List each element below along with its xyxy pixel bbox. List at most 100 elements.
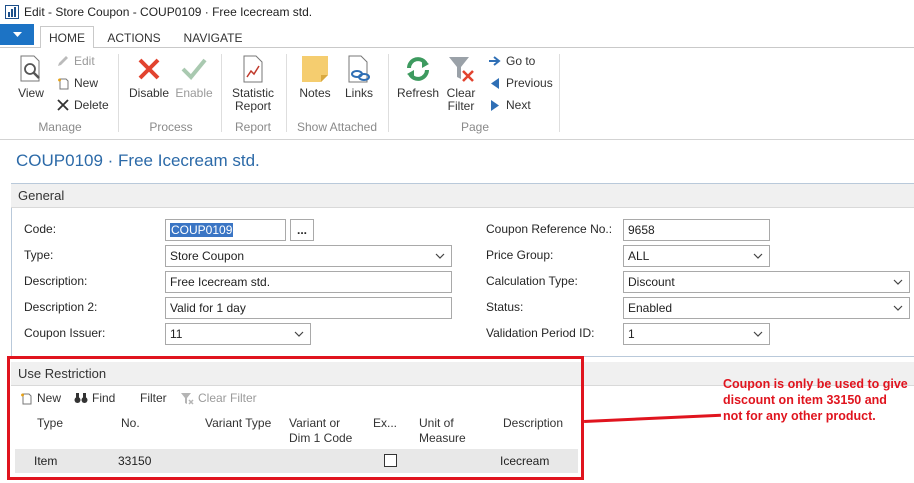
link-icon: [344, 54, 374, 84]
links-label: Links: [344, 86, 373, 100]
group-report: Report: [234, 120, 272, 134]
app-icon: [5, 5, 19, 19]
clear-filter-button[interactable]: Clear Filter: [442, 54, 480, 113]
window-title: Edit - Store Coupon - COUP0109 · Free Ic…: [24, 5, 313, 19]
page-title: COUP0109 · Free Icecream std.: [16, 151, 260, 170]
chevron-down-icon: [893, 279, 903, 285]
refresh-label: Refresh: [396, 86, 440, 100]
description2-value: Valid for 1 day: [170, 301, 246, 315]
type-label: Type:: [24, 248, 54, 262]
code-label: Code:: [24, 222, 57, 236]
tab-actions[interactable]: ACTIONS: [100, 26, 168, 49]
title-bar: Edit - Store Coupon - COUP0109 · Free Ic…: [0, 0, 914, 24]
separator: [388, 54, 389, 132]
calc-type-label: Calculation Type:: [486, 274, 578, 288]
ref-no-label: Coupon Reference No.:: [486, 222, 613, 236]
goto-label: Go to: [506, 54, 536, 68]
price-group-label: Price Group:: [486, 248, 554, 262]
goto-button[interactable]: Go to: [488, 54, 535, 68]
status-value: Enabled: [628, 301, 673, 315]
code-field[interactable]: COUP0109: [165, 219, 286, 241]
issuer-select[interactable]: 11: [165, 323, 311, 345]
next-label: Next: [506, 98, 531, 112]
enable-button[interactable]: Enable: [173, 54, 215, 100]
price-group-value: ALL: [628, 249, 650, 263]
chevron-down-icon: [435, 253, 445, 259]
issuer-value: 11: [170, 327, 183, 341]
notes-button[interactable]: Notes: [296, 54, 334, 100]
new-document-icon: [56, 76, 70, 90]
tab-navigate[interactable]: NAVIGATE: [176, 26, 250, 49]
annotation-text: Coupon is only be used to give discount …: [723, 377, 908, 423]
new-button[interactable]: New: [56, 76, 98, 90]
general-panel: [11, 183, 914, 357]
ribbon-tabs: HOME ACTIONS NAVIGATE: [0, 24, 914, 49]
description2-field[interactable]: Valid for 1 day: [165, 297, 452, 319]
ref-no-field[interactable]: 9658: [623, 219, 770, 241]
triangle-left-icon: [488, 76, 502, 90]
group-process: Process: [149, 120, 193, 134]
note-icon: [300, 54, 330, 84]
arrow-right-icon: [488, 54, 502, 68]
clear-filter-icon: [446, 54, 476, 84]
code-lookup-button[interactable]: ...: [290, 219, 314, 241]
red-x-icon: [134, 54, 164, 84]
pencil-icon: [56, 54, 70, 68]
view-button[interactable]: View: [14, 54, 48, 100]
triangle-right-icon: [488, 98, 502, 112]
calc-type-value: Discount: [628, 275, 675, 289]
previous-button[interactable]: Previous: [488, 76, 553, 90]
separator: [118, 54, 119, 132]
delete-button[interactable]: Delete: [56, 98, 109, 112]
calc-type-select[interactable]: Discount: [623, 271, 910, 293]
chevron-down-icon: [753, 253, 763, 259]
view-label: View: [18, 86, 44, 100]
statistic-label-2: Report: [234, 99, 272, 113]
code-value: COUP0109: [170, 223, 234, 237]
description-value: Free Icecream std.: [170, 275, 271, 289]
description-field[interactable]: Free Icecream std.: [165, 271, 452, 293]
separator: [221, 54, 222, 132]
disable-button[interactable]: Disable: [127, 54, 171, 100]
validation-value: 1: [628, 327, 635, 341]
chevron-down-icon: [753, 331, 763, 337]
clear-label-2: Filter: [447, 99, 475, 113]
validation-label: Validation Period ID:: [486, 326, 595, 340]
previous-label: Previous: [506, 76, 553, 90]
validation-select[interactable]: 1: [623, 323, 770, 345]
group-show-attached: Show Attached: [296, 120, 378, 134]
separator: [286, 54, 287, 132]
edit-button[interactable]: Edit: [56, 54, 95, 68]
type-value: Store Coupon: [170, 249, 245, 263]
general-header[interactable]: General: [11, 184, 914, 208]
notes-label: Notes: [299, 86, 331, 100]
checkmark-icon: [179, 54, 209, 84]
delete-x-icon: [56, 98, 70, 112]
edit-label: Edit: [74, 54, 95, 68]
general-title: General: [18, 188, 65, 203]
delete-label: Delete: [74, 98, 109, 112]
report-chart-icon: [238, 54, 268, 84]
ref-no-value: 9658: [628, 223, 655, 237]
type-select[interactable]: Store Coupon: [165, 245, 452, 267]
links-button[interactable]: Links: [340, 54, 378, 100]
refresh-icon: [403, 54, 433, 84]
enable-label: Enable: [175, 86, 213, 100]
statistic-report-button[interactable]: Statistic Report: [229, 54, 277, 113]
disable-label: Disable: [128, 86, 170, 100]
tab-home[interactable]: HOME: [40, 26, 94, 49]
next-button[interactable]: Next: [488, 98, 531, 112]
status-label: Status:: [486, 300, 524, 314]
status-select[interactable]: Enabled: [623, 297, 910, 319]
description-label: Description:: [24, 274, 88, 288]
chevron-down-icon: [294, 331, 304, 337]
refresh-button[interactable]: Refresh: [396, 54, 440, 100]
price-group-select[interactable]: ALL: [623, 245, 770, 267]
issuer-label: Coupon Issuer:: [24, 326, 106, 340]
file-menu-button[interactable]: [0, 24, 34, 45]
annotation-connector-line: [584, 413, 721, 423]
view-icon: [16, 54, 46, 84]
chevron-down-icon: [893, 305, 903, 311]
group-manage: Manage: [38, 120, 82, 134]
group-page: Page: [460, 120, 490, 134]
